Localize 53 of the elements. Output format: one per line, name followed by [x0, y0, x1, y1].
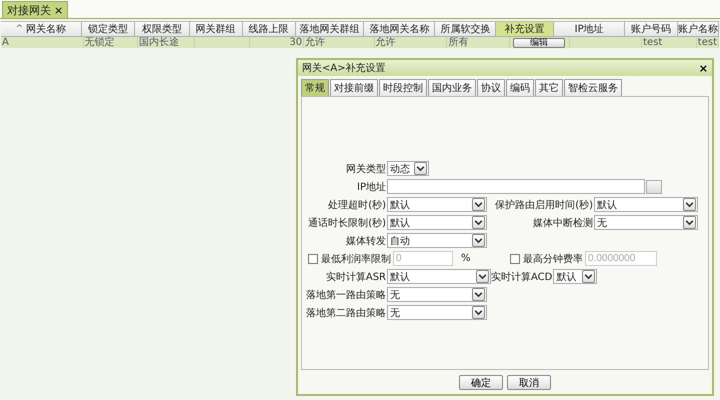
- tab[interactable]: 国内业务: [428, 79, 476, 96]
- dropdown-field[interactable]: 默认: [387, 269, 491, 284]
- field-label: 处理超时(秒): [327, 198, 387, 212]
- table-cell: A: [2, 37, 9, 48]
- field-label: 落地第二路由策略: [305, 306, 387, 320]
- table-cell: 允许: [376, 37, 396, 48]
- tab[interactable]: 编码: [506, 79, 534, 96]
- table-row[interactable]: A 无锁定 国内长途 30 允许 允许 所有 编辑 test test: [1, 37, 719, 48]
- dropdown-field[interactable]: 默认: [387, 215, 487, 230]
- tab[interactable]: 常规: [301, 79, 329, 96]
- tab[interactable]: 时段控制: [379, 79, 427, 96]
- dialog-button[interactable]: 取消: [507, 374, 551, 390]
- table-cell: 无锁定: [84, 37, 114, 48]
- close-button[interactable]: ×: [54, 4, 64, 16]
- table-cell: 允许: [305, 37, 326, 48]
- column-header[interactable]: 补充设置: [496, 22, 554, 37]
- sort-indicator: ^: [16, 24, 24, 34]
- table-cell: 所有: [448, 37, 468, 48]
- table-cell: 国内长途: [139, 37, 180, 48]
- field-label: 网关类型: [345, 162, 387, 176]
- tab[interactable]: 协议: [477, 79, 505, 96]
- dropdown-field[interactable]: 默认: [387, 197, 487, 212]
- close-button[interactable]: ×: [698, 62, 708, 74]
- document-tab[interactable]: 对接网关 ×: [2, 1, 68, 18]
- dropdown-field[interactable]: 无: [387, 287, 487, 302]
- field-label: 媒体中断检测: [532, 216, 594, 230]
- tab[interactable]: 对接前缀: [330, 79, 378, 96]
- table-cell: test: [643, 37, 662, 48]
- table-cell: test: [698, 37, 718, 48]
- dialog-title: 网关<A>补充设置: [302, 62, 386, 75]
- field-label: 落地第一路由策略: [305, 288, 387, 302]
- checkbox-label: 最高分钟费率: [523, 252, 583, 266]
- dropdown-field[interactable]: 动态: [387, 161, 429, 176]
- checkbox-label: 最低利润率限制: [321, 252, 391, 266]
- dropdown-field[interactable]: 默认: [553, 269, 598, 284]
- unit-label: %: [461, 253, 471, 264]
- edit-button[interactable]: 编辑: [513, 38, 566, 48]
- field-label: 实时计算ACD: [491, 270, 554, 284]
- dropdown-field[interactable]: 自动: [387, 233, 487, 248]
- dropdown-field[interactable]: 无: [387, 305, 487, 320]
- dialog-button[interactable]: 确定: [459, 374, 503, 390]
- field-button[interactable]: [646, 180, 662, 194]
- dropdown-field[interactable]: 无: [594, 215, 698, 230]
- field-label: 实时计算ASR: [324, 270, 387, 284]
- tab[interactable]: 智检云服务: [564, 79, 622, 96]
- field-label: 媒体转发: [345, 234, 387, 248]
- field-label: 保护路由启用时间(秒): [494, 198, 594, 212]
- text-field[interactable]: [387, 179, 645, 194]
- field-label: IP地址: [356, 180, 387, 194]
- field-label: 通话时长限制(秒): [307, 216, 387, 230]
- dropdown-field[interactable]: 默认: [594, 197, 698, 212]
- tab[interactable]: 其它: [535, 79, 563, 96]
- table-cell: 30: [289, 37, 302, 48]
